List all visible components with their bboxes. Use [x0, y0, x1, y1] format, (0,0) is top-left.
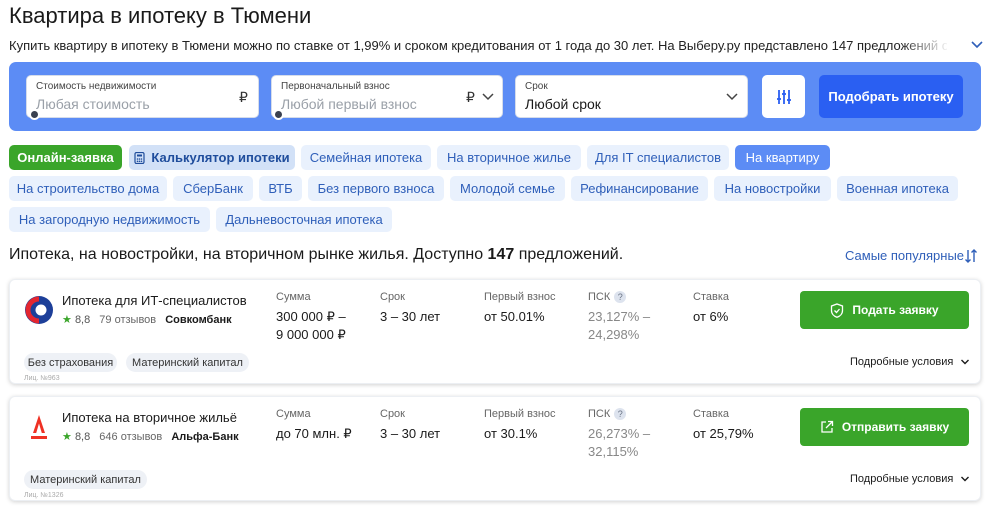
tag: Материнский капитал: [126, 353, 249, 372]
ruble-sign: ₽: [239, 89, 248, 105]
term-column: Срок 3 – 30 лет: [380, 291, 441, 324]
offer-rating: ★ 8,8 646 отзывов Альфа-Банк: [62, 431, 239, 443]
alfa-bank-logo-icon: [31, 415, 47, 439]
down-payment-label: Первоначальный взнос: [281, 81, 390, 92]
chip-military-mortgage[interactable]: Военная ипотека: [837, 176, 958, 201]
chip-young-family[interactable]: Молодой семье: [450, 176, 565, 201]
help-icon[interactable]: ?: [614, 408, 627, 421]
term-column: Срок 3 – 30 лет: [380, 408, 441, 441]
chevron-down-icon[interactable]: [960, 357, 970, 367]
chevron-down-icon[interactable]: [970, 38, 984, 52]
reviews-link[interactable]: 79 отзывов: [99, 314, 156, 326]
offer-name[interactable]: Ипотека для ИТ-специалистов: [62, 293, 247, 308]
details-link[interactable]: Подробные условия: [850, 356, 953, 368]
psk-column: ПСК? 23,127% –24,298%: [588, 291, 651, 343]
sliders-icon: [776, 89, 791, 104]
chevron-down-icon: [726, 93, 738, 101]
down-payment-slider-handle[interactable]: [273, 109, 284, 120]
down-payment-column: Первый взнос от 50.01%: [484, 291, 556, 324]
chip-calculator-label: Калькулятор ипотеки: [151, 150, 290, 165]
chip-vtb[interactable]: ВТБ: [259, 176, 302, 201]
price-input[interactable]: Любая стоимость: [36, 96, 150, 112]
results-summary: Ипотека, на новостройки, на вторичном ры…: [9, 246, 624, 263]
down-payment-column: Первый взнос от 30.1%: [484, 408, 556, 441]
license-number: Лиц. №1326: [24, 492, 64, 499]
rate-column: Ставка от 25,79%: [693, 408, 754, 441]
bank-name[interactable]: Совкомбанк: [165, 314, 231, 326]
chip-no-down-payment[interactable]: Без первого взноса: [308, 176, 444, 201]
chip-calculator[interactable]: Калькулятор ипотеки: [129, 145, 295, 170]
term-select[interactable]: Срок Любой срок: [515, 75, 748, 118]
chevron-down-icon[interactable]: [481, 90, 495, 104]
ruble-sign: ₽: [466, 89, 475, 105]
chip-far-east-mortgage[interactable]: Дальневосточная ипотека: [216, 207, 392, 232]
page: Квартира в ипотеку в Тюмени Купить кварт…: [0, 0, 999, 513]
page-subtitle: Купить квартиру в ипотеку в Тюмени можно…: [9, 38, 947, 53]
star-icon: ★: [62, 431, 72, 443]
page-title: Квартира в ипотеку в Тюмени: [9, 3, 312, 28]
shield-check-icon: [831, 302, 844, 318]
chip-online-application[interactable]: Онлайн-заявка: [9, 145, 122, 170]
offer-card: Ипотека для ИТ-специалистов ★ 8,8 79 отз…: [9, 279, 981, 384]
external-link-icon: [821, 420, 833, 433]
chip-country-property[interactable]: На загородную недвижимость: [9, 207, 210, 232]
down-payment-input[interactable]: Любой первый взнос: [281, 96, 417, 112]
search-panel: Стоимость недвижимости Любая стоимость ₽…: [9, 62, 981, 131]
license-number: Лиц. №963: [24, 375, 60, 382]
psk-column: ПСК? 26,273% –32,115%: [588, 408, 651, 460]
chip-it-specialists[interactable]: Для IT специалистов: [587, 145, 729, 170]
sum-column: Сумма до 70 млн. ₽: [276, 408, 352, 441]
chip-sberbank[interactable]: СберБанк: [173, 176, 253, 201]
down-payment-field[interactable]: Первоначальный взнос Любой первый взнос …: [271, 75, 503, 118]
chip-apartment[interactable]: На квартиру: [735, 145, 830, 170]
send-application-button[interactable]: Отправить заявку: [800, 408, 969, 446]
chevron-down-icon[interactable]: [960, 474, 970, 484]
sum-column: Сумма 300 000 ₽ –9 000 000 ₽: [276, 291, 346, 342]
filter-button[interactable]: [762, 75, 805, 118]
tag: Материнский капитал: [24, 470, 147, 489]
chip-house-construction[interactable]: На строительство дома: [9, 176, 167, 201]
offer-card: Ипотека на вторичное жильё ★ 8,8 646 отз…: [9, 396, 981, 501]
offer-name[interactable]: Ипотека на вторичное жильё: [62, 410, 237, 425]
bank-name[interactable]: Альфа-Банк: [171, 431, 238, 443]
offer-rating: ★ 8,8 79 отзывов Совкомбанк: [62, 314, 232, 326]
rate-column: Ставка от 6%: [693, 291, 729, 324]
sovcombank-logo-icon: [25, 296, 53, 324]
tag: Без страхования: [24, 353, 117, 372]
price-slider-handle[interactable]: [29, 109, 40, 120]
find-mortgage-button[interactable]: Подобрать ипотеку: [819, 75, 963, 118]
term-label: Срок: [525, 81, 548, 92]
chip-new-buildings[interactable]: На новостройки: [714, 176, 831, 201]
help-icon[interactable]: ?: [614, 291, 627, 304]
details-link[interactable]: Подробные условия: [850, 473, 953, 485]
subtitle-fade: [900, 36, 950, 56]
results-count: 147: [487, 246, 515, 263]
apply-button[interactable]: Подать заявку: [800, 291, 969, 329]
chip-secondary-housing[interactable]: На вторичное жилье: [437, 145, 581, 170]
sort-icon[interactable]: [964, 248, 978, 264]
sort-select[interactable]: Самые популярные: [845, 248, 964, 263]
reviews-link[interactable]: 646 отзывов: [99, 431, 162, 443]
chip-refinancing[interactable]: Рефинансирование: [571, 176, 708, 201]
term-value: Любой срок: [525, 96, 601, 112]
price-field-label: Стоимость недвижимости: [36, 81, 157, 92]
calculator-icon: [134, 151, 145, 164]
chip-family-mortgage[interactable]: Семейная ипотека: [301, 145, 431, 170]
price-field[interactable]: Стоимость недвижимости Любая стоимость ₽: [26, 75, 259, 118]
star-icon: ★: [62, 314, 72, 326]
